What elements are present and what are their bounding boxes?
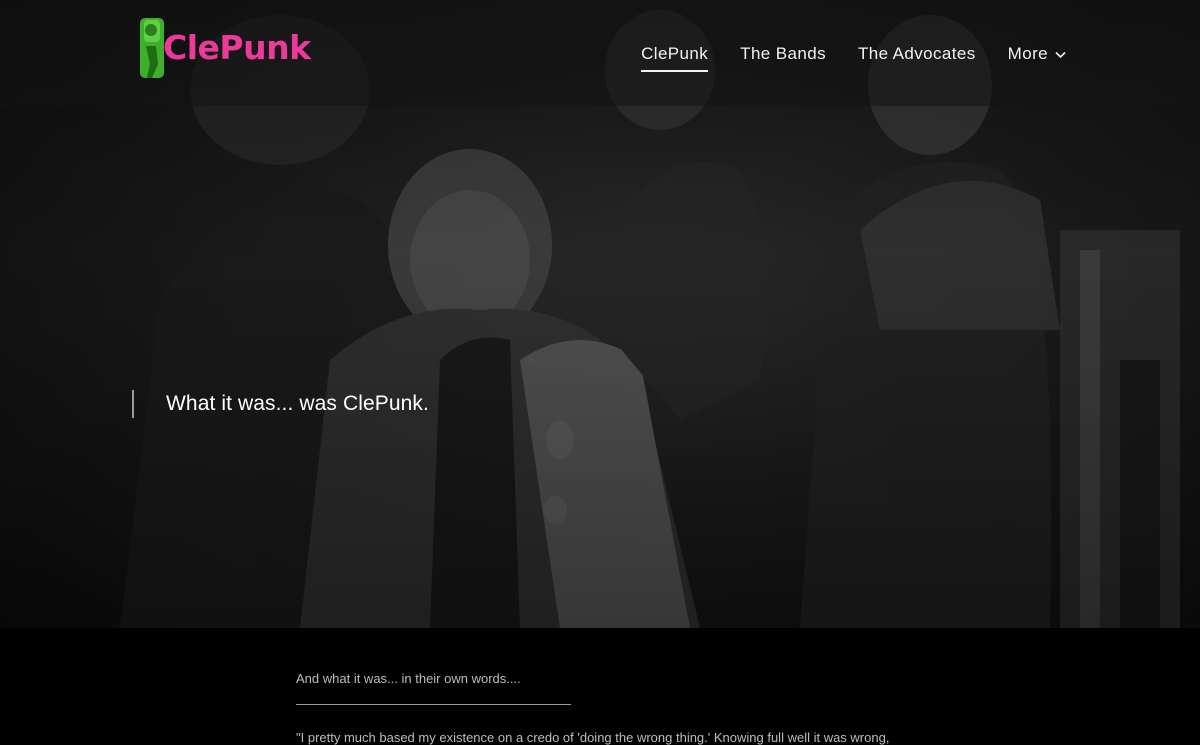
main-nav: ClePunk The Bands The Advocates More [641, 44, 1066, 72]
nav-label: More [1007, 44, 1048, 63]
intro-text: And what it was... in their own words...… [296, 671, 521, 686]
quote-paragraph: "I pretty much based my existence on a c… [296, 730, 890, 745]
nav-label: ClePunk [641, 44, 709, 63]
nav-item-clepunk[interactable]: ClePunk [641, 44, 709, 72]
nav-label: The Advocates [857, 44, 976, 63]
nav-label: The Bands [740, 44, 826, 63]
logo-text[interactable]: ClePunk [163, 31, 311, 64]
content-section: And what it was... in their own words...… [0, 628, 1200, 745]
hero-quote: What it was... was ClePunk. [166, 392, 429, 415]
nav-item-more[interactable]: More [1008, 44, 1066, 72]
divider [296, 704, 571, 705]
site-header: ClePunk ClePunk The Bands The Advocates … [0, 0, 1200, 106]
nav-item-the-advocates[interactable]: The Advocates [858, 44, 976, 72]
nav-item-the-bands[interactable]: The Bands [740, 44, 826, 72]
chevron-down-icon [1055, 51, 1066, 59]
quote-bar [132, 390, 134, 418]
